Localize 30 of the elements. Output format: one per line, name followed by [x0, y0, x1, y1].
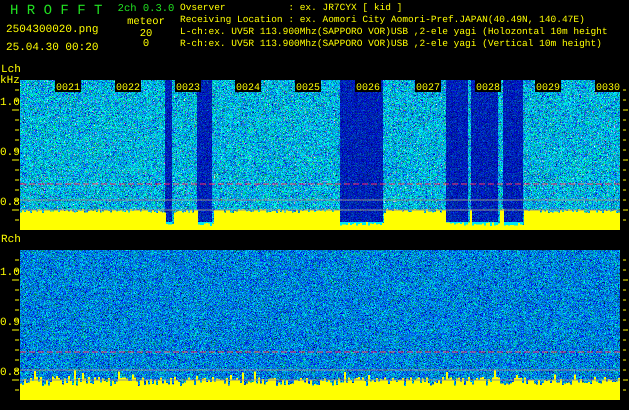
info-line: L-ch:ex. UV5R 113.900Mhz(SAPPORO VOR)USB ,2-ele yagi (Holozontal 10m height	[180, 26, 609, 38]
info-line: Ovserver : ex. JR7CYX [ kid ]	[180, 2, 404, 14]
unit-label: kHz	[0, 75, 20, 87]
channel-label: Rch	[1, 234, 21, 246]
info-line: R-ch:ex. UV5R 113.900Mhz(SAPPORO VOR)USB ,2-ele yagi (Vertical 10m height)	[180, 38, 603, 50]
time-label: 0025	[295, 80, 321, 94]
file-name: 2504300020.png	[6, 24, 98, 36]
time-label: 0030	[595, 80, 621, 94]
meteor-count: 20	[140, 29, 152, 39]
channel-label: Lch	[1, 64, 21, 76]
info-line: Receiving Location : ex. Aomori City Aomori-Pref.JAPAN(40.49N, 140.47E)	[180, 14, 586, 26]
time-label: 0029	[535, 80, 561, 94]
frequency-label: 0.8	[0, 367, 20, 379]
timestamp: 25.04.30 00:20	[6, 42, 98, 54]
time-label: 0024	[235, 80, 261, 94]
frequency-label: 0.9	[0, 317, 20, 329]
time-label: 0027	[415, 80, 441, 94]
time-label: 0021	[55, 80, 81, 94]
time-label: 0028	[475, 80, 501, 94]
meteor-count: 0	[142, 39, 150, 49]
frequency-label: 1.0	[0, 267, 20, 279]
frequency-label: 0.8	[0, 197, 20, 209]
app-title: H R O F F T	[9, 3, 102, 19]
frequency-label: 0.9	[0, 147, 20, 159]
time-label: 0026	[355, 80, 381, 94]
time-label: 0022	[115, 80, 141, 94]
frequency-label: 1.0	[0, 97, 20, 109]
time-label: 0023	[175, 80, 201, 94]
version-label: 2ch 0.3.0	[118, 3, 174, 16]
meteor-label: meteor	[127, 16, 165, 29]
